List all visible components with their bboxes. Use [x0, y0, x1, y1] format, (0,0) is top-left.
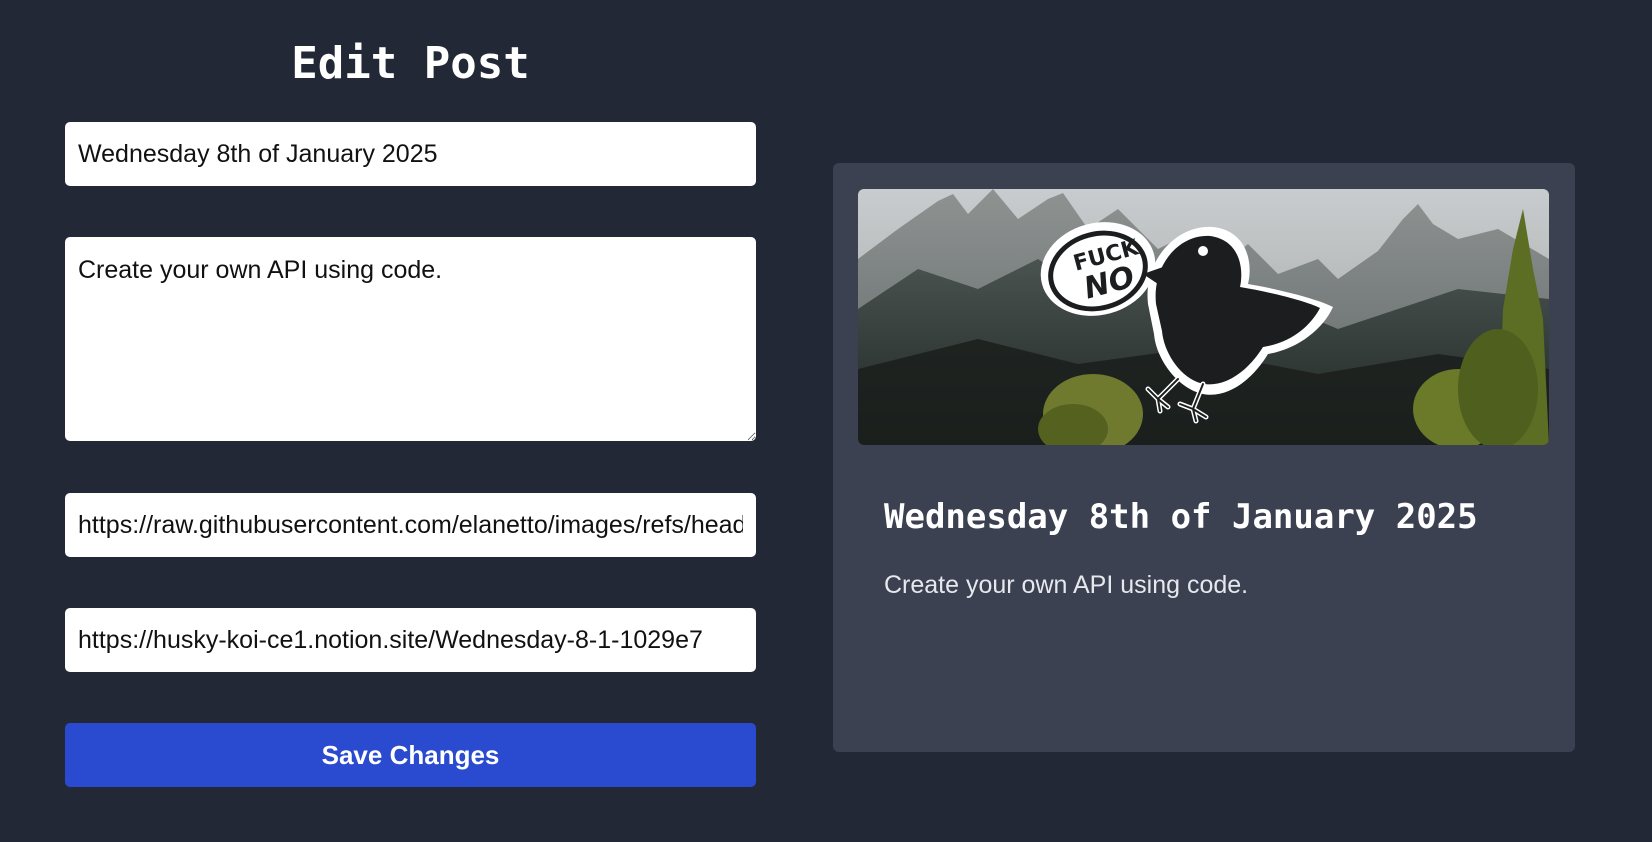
preview-title: Wednesday 8th of January 2025 [884, 497, 1478, 537]
preview-description: Create your own API using code. [884, 571, 1249, 599]
content-textarea[interactable]: Create your own API using code. [65, 237, 756, 441]
link-url-input[interactable] [65, 608, 756, 672]
title-input[interactable] [65, 122, 756, 186]
post-preview-card: FUCK NO Wednesday 8th of January 2025 Cr… [833, 163, 1575, 752]
preview-image: FUCK NO [858, 189, 1549, 445]
page-title: Edit Post [291, 38, 530, 89]
image-url-input[interactable] [65, 493, 756, 557]
save-changes-button[interactable]: Save Changes [65, 723, 756, 787]
